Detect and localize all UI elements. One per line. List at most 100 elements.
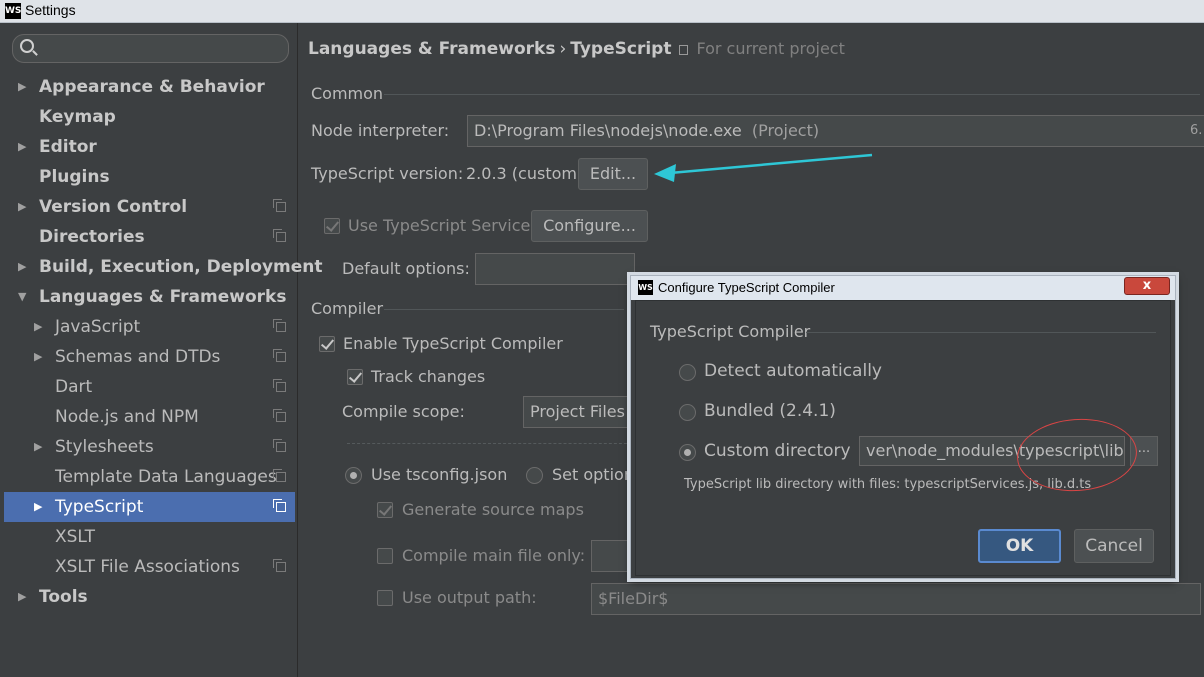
use-tsconfig-radio[interactable] <box>345 467 362 484</box>
chevron-right-icon[interactable]: ▶ <box>18 132 26 162</box>
sidebar-item-label: XSLT File Associations <box>55 557 240 577</box>
compile-main-checkbox[interactable] <box>377 548 393 564</box>
use-tsconfig-label: Use tsconfig.json <box>371 465 508 484</box>
sidebar-item-appearance-behavior[interactable]: ▶ Appearance & Behavior <box>0 72 297 102</box>
dialog-body: TypeScript Compiler Detect automatically… <box>635 300 1171 576</box>
use-ts-service-label: Use TypeScript Service <box>348 216 531 235</box>
sidebar-item-javascript[interactable]: ▶ JavaScript <box>0 312 297 342</box>
sidebar-item-label: Node.js and NPM <box>55 407 199 427</box>
project-scope-icon <box>273 199 286 212</box>
bundled-radio[interactable] <box>679 404 696 421</box>
detect-automatically-label: Detect automatically <box>704 361 882 381</box>
sidebar-item-label: Tools <box>39 587 88 607</box>
chevron-right-icon[interactable]: ▶ <box>34 432 42 462</box>
sidebar-item-label: Build, Execution, Deployment <box>39 257 323 277</box>
sidebar-item-stylesheets[interactable]: ▶ Stylesheets <box>0 432 297 462</box>
sidebar-item-label: Template Data Languages <box>55 467 277 487</box>
dialog-close-button[interactable]: x <box>1124 277 1170 295</box>
sidebar-item-directories[interactable]: Directories <box>0 222 297 252</box>
common-section-title: Common <box>311 84 384 103</box>
sidebar-item-keymap[interactable]: Keymap <box>0 102 297 132</box>
window-title: Settings <box>25 2 76 18</box>
sidebar-item-label: XSLT <box>55 527 95 547</box>
generate-source-maps-checkbox[interactable] <box>377 502 393 518</box>
chevron-right-icon[interactable]: ▶ <box>34 312 42 342</box>
compile-scope-select[interactable]: Project Files <box>523 396 633 428</box>
compile-main-label: Compile main file only: <box>402 546 586 565</box>
sidebar-item-typescript[interactable]: ▶ TypeScript <box>4 492 295 522</box>
track-changes-checkbox[interactable] <box>347 369 363 385</box>
sidebar-item-label: JavaScript <box>55 317 141 337</box>
sidebar-item-plugins[interactable]: Plugins <box>0 162 297 192</box>
chevron-right-icon[interactable]: ▶ <box>18 252 26 282</box>
annotation-arrow-icon <box>654 153 873 182</box>
project-scope-icon <box>273 409 286 422</box>
default-options-field[interactable] <box>475 253 635 285</box>
breadcrumb: Languages & Frameworks › TypeScript For cur… <box>308 39 845 59</box>
sidebar-item-label: Schemas and DTDs <box>55 347 221 367</box>
sidebar-item-label: TypeScript <box>55 497 144 517</box>
compiler-section-title: Compiler <box>311 299 384 318</box>
project-scope-icon <box>679 45 689 55</box>
bundled-label: Bundled (2.4.1) <box>704 401 836 421</box>
settings-tree: ▶ Appearance & Behavior Keymap ▶ Editor Plugi… <box>0 72 323 612</box>
project-scope-icon <box>273 319 286 332</box>
breadcrumb-parent[interactable]: Languages & Frameworks <box>308 39 555 59</box>
output-path-field[interactable]: $FileDir$ <box>591 583 1201 615</box>
sidebar-item-xslt-file-associations[interactable]: XSLT File Associations <box>0 552 297 582</box>
set-options-label: Set option <box>552 465 634 484</box>
sidebar-item-build-execution-deployment[interactable]: ▶ Build, Execution, Deployment <box>0 252 323 282</box>
chevron-right-icon[interactable]: ▶ <box>34 492 42 522</box>
dialog-webstorm-logo-icon: WS <box>638 280 653 295</box>
sidebar-item-dart[interactable]: Dart <box>0 372 297 402</box>
sidebar-item-node-js-and-npm[interactable]: Node.js and NPM <box>0 402 297 432</box>
configure-button[interactable]: Configure... <box>531 210 648 242</box>
generate-source-maps-label: Generate source maps <box>402 500 584 519</box>
chevron-right-icon[interactable]: ▶ <box>34 342 42 372</box>
edit-ts-version-button[interactable]: Edit... <box>578 158 648 190</box>
dialog-title: Configure TypeScript Compiler <box>658 280 835 295</box>
sidebar-item-template-data-languages[interactable]: Template Data Languages <box>0 462 297 492</box>
chevron-down-icon[interactable]: ▼ <box>18 282 26 312</box>
compiler-options-separator <box>347 443 637 444</box>
sidebar-item-label: Appearance & Behavior <box>39 77 265 97</box>
detect-automatically-radio[interactable] <box>679 364 696 381</box>
sidebar-item-xslt[interactable]: XSLT <box>0 522 297 552</box>
compile-scope-label: Compile scope: <box>342 402 465 421</box>
chevron-right-icon[interactable]: ▶ <box>18 192 26 222</box>
sidebar-item-label: Plugins <box>39 167 110 187</box>
settings-search-input[interactable] <box>12 34 289 63</box>
sidebar-item-label: Dart <box>55 377 93 397</box>
track-changes-label: Track changes <box>371 367 486 386</box>
project-scope-icon <box>273 559 286 572</box>
sidebar-item-label: Version Control <box>39 197 188 217</box>
set-options-radio[interactable] <box>526 467 543 484</box>
breadcrumb-scope: For current project <box>696 39 845 58</box>
settings-sidebar: ▶ Appearance & Behavior Keymap ▶ Editor Plugi… <box>0 23 323 677</box>
compile-main-field[interactable] <box>591 540 631 572</box>
sidebar-item-label: Keymap <box>39 107 116 127</box>
enable-ts-compiler-checkbox[interactable] <box>319 336 335 352</box>
dialog-cancel-button[interactable]: Cancel <box>1074 529 1154 563</box>
node-interpreter-field[interactable]: D:\Program Files\nodejs\node.exe (Projec… <box>467 115 1204 147</box>
use-ts-service-checkbox[interactable] <box>324 218 340 234</box>
use-output-path-label: Use output path: <box>402 588 537 607</box>
chevron-right-icon[interactable]: ▶ <box>18 72 26 102</box>
sidebar-item-schemas-and-dtds[interactable]: ▶ Schemas and DTDs <box>0 342 297 372</box>
custom-directory-radio[interactable] <box>679 444 696 461</box>
dialog-section-title: TypeScript Compiler <box>650 322 811 341</box>
dialog-section-divider <box>806 332 1156 333</box>
chevron-right-icon[interactable]: ▶ <box>18 582 26 612</box>
dialog-ok-button[interactable]: OK <box>978 529 1061 563</box>
sidebar-item-label: Directories <box>39 227 145 247</box>
sidebar-item-label: Languages & Frameworks <box>39 287 287 307</box>
sidebar-item-version-control[interactable]: ▶ Version Control <box>0 192 297 222</box>
custom-directory-label: Custom directory <box>704 441 851 461</box>
use-output-path-checkbox[interactable] <box>377 590 393 606</box>
project-scope-icon <box>273 379 286 392</box>
project-scope-icon <box>273 469 286 482</box>
sidebar-item-tools[interactable]: ▶ Tools <box>0 582 297 612</box>
sidebar-item-languages-frameworks[interactable]: ▼ Languages & Frameworks <box>0 282 297 312</box>
sidebar-item-editor[interactable]: ▶ Editor <box>0 132 297 162</box>
node-interpreter-value: D:\Program Files\nodejs\node.exe <box>474 121 742 140</box>
